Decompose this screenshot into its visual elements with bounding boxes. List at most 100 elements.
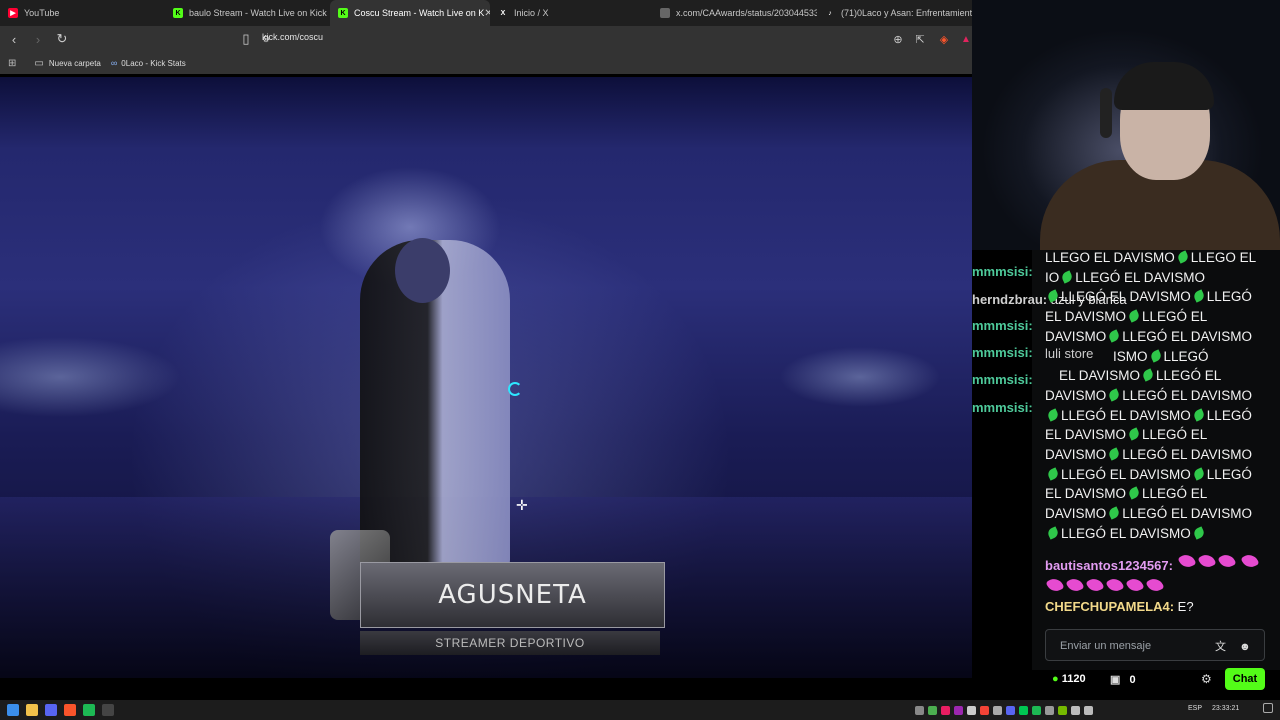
youtube-icon: ▶ (8, 8, 18, 18)
spam-text: EL DAVISMO (1059, 368, 1141, 384)
chat-username[interactable]: mmmsisi: (972, 318, 1033, 333)
tray-app-icon[interactable] (1019, 705, 1028, 715)
spam-text: LLEGO EL (1190, 250, 1257, 265)
spam-text: LLEGÓ EL DAVISMO (1061, 289, 1191, 305)
language-indicator[interactable]: ESP (1188, 705, 1202, 712)
tray-app-icon[interactable] (915, 705, 924, 715)
tray-spotify-icon[interactable] (1032, 705, 1041, 715)
tray-app-icon[interactable] (980, 705, 989, 715)
emote-icon (1065, 575, 1085, 595)
tab-coscu-stream[interactable]: K Coscu Stream - Watch Live on K ✕ (330, 0, 490, 26)
leaf-emote-icon (1141, 368, 1155, 382)
spotify-icon[interactable] (83, 704, 95, 716)
leaf-emote-icon (1127, 427, 1141, 441)
nvidia-icon[interactable] (1058, 705, 1067, 715)
microphone-icon[interactable] (993, 705, 1002, 715)
leaf-emote-icon (1127, 309, 1141, 323)
apps-grid-icon[interactable]: ⊞ (8, 58, 16, 69)
tray-app-icon[interactable] (954, 705, 963, 715)
leaf-emote-icon (1046, 467, 1060, 481)
url-field[interactable]: kick.com/coscu (262, 32, 323, 42)
chat-username[interactable]: mmmsisi: (972, 400, 1033, 415)
emote-icon (1216, 551, 1237, 571)
headset-icon (1100, 88, 1112, 138)
file-explorer-icon[interactable] (26, 704, 38, 716)
bookmarks-bar: ⊞ ▭ Nueva carpeta ∞ 0Laco - Kick Stats (0, 52, 972, 74)
translate-icon[interactable]: 文 (1215, 641, 1226, 653)
send-chat-button[interactable]: Chat (1225, 668, 1265, 690)
leaf-emote-icon (1046, 407, 1060, 422)
leaf-emote-icon (1107, 506, 1121, 520)
chat-username[interactable]: herndzbrau: (972, 292, 1047, 307)
loading-spinner-icon (508, 382, 522, 396)
chat-message-text: E? (1177, 599, 1194, 614)
leaf-emote-icon (1176, 250, 1190, 264)
spam-text: DAVISMO (1045, 387, 1107, 403)
spam-text: LLEGÓ EL DAVISMO (1075, 269, 1206, 285)
spam-text: LLEGÓ EL (1156, 368, 1222, 384)
leaf-emote-icon (1107, 447, 1121, 461)
globe-icon (660, 8, 670, 18)
lower-third-subtitle: STREAMER DEPORTIVO (360, 631, 660, 655)
network-icon[interactable] (1071, 705, 1080, 715)
emote-icon (1085, 575, 1105, 595)
x-icon: X (500, 9, 506, 17)
emote-icon (1045, 575, 1065, 595)
reload-icon[interactable]: ↻ (52, 29, 72, 49)
leaf-emote-icon (1148, 348, 1163, 363)
tray-app-icon[interactable] (928, 705, 937, 715)
bookmark-icon[interactable]: ▯ (236, 29, 256, 49)
stats-icon: ∞ (110, 58, 118, 68)
brave-shield-icon[interactable]: ◈ (934, 29, 954, 49)
leaf-emote-icon (1192, 407, 1206, 422)
tray-discord-icon[interactable] (1006, 705, 1015, 715)
chat-spam-message: LLEGO EL DAVISMO LLEGO EL IO LLEGÓ EL DAVI… (1045, 248, 1275, 544)
chat-username[interactable]: mmmsisi: (972, 345, 1033, 360)
leaf-emote-icon (1046, 289, 1060, 304)
kicks-balance[interactable]: ● 1120 (1052, 673, 1086, 685)
chat-username[interactable]: bautisantos1234567: (1045, 558, 1173, 573)
tray-app-icon[interactable] (1045, 705, 1054, 715)
volume-icon[interactable] (1084, 705, 1093, 715)
spam-text: LLEGÓ EL DAVISMO (1122, 447, 1253, 463)
spam-text: DAVISMO (1045, 328, 1107, 344)
tab-x-status[interactable]: x.com/CAAwards/status/2030445338 (652, 0, 817, 26)
chat-username[interactable]: CHEFCHUPAMELA4: (1045, 599, 1174, 614)
emote-icon (1196, 551, 1217, 571)
bookmark-kick-stats[interactable]: ∞ 0Laco - Kick Stats (111, 58, 186, 68)
tab-baulo-stream[interactable]: K baulo Stream - Watch Live on Kick (165, 0, 330, 26)
zoom-icon[interactable]: ⊕ (888, 29, 908, 49)
forward-icon[interactable]: › (28, 29, 48, 49)
chat-username[interactable]: mmmsisi: (972, 264, 1033, 279)
drops-gift-icon: ▣ (1110, 674, 1121, 686)
discord-icon[interactable] (45, 704, 57, 716)
leaf-emote-icon (1192, 289, 1206, 304)
tray-app-icon[interactable] (967, 705, 976, 715)
emote-icon (1145, 575, 1165, 595)
leaf-emote-icon (1192, 467, 1206, 481)
kick-icon: K (173, 8, 183, 18)
back-icon[interactable]: ‹ (4, 29, 24, 49)
tab-x-home[interactable]: X Inicio / X (490, 0, 652, 26)
app-icon[interactable] (102, 704, 114, 716)
spam-text: LLEGÓ EL DAVISMO (1122, 328, 1253, 344)
tab-youtube[interactable]: ▶ YouTube (0, 0, 165, 26)
chat-settings-gear-icon[interactable]: ⚙ (1201, 672, 1212, 686)
notification-icon[interactable] (1263, 703, 1273, 713)
chat-input-icons: 文 ☻ (1215, 638, 1251, 654)
share-icon[interactable]: ⇱ (910, 29, 930, 49)
spam-text: EL DAVISMO (1045, 427, 1127, 443)
emote-icon (1125, 575, 1145, 595)
spam-text: LLEGO EL DAVISMO (1045, 250, 1175, 265)
spam-text: LLEGÓ EL (1142, 486, 1208, 502)
emoji-icon[interactable]: ☻ (1239, 641, 1251, 653)
tab-tiktok[interactable]: ♪ (71)0Laco y Asan: Enfrentamiento e (817, 0, 972, 26)
drops-balance[interactable]: ▣ 0 (1110, 673, 1136, 686)
brave-icon[interactable] (64, 704, 76, 716)
tray-app-icon[interactable] (941, 705, 950, 715)
chat-username[interactable]: mmmsisi: (972, 372, 1033, 387)
taskbar-clock[interactable]: 23:33:21 (1212, 705, 1239, 712)
start-icon[interactable] (7, 704, 19, 716)
tiktok-icon: ♪ (828, 9, 832, 17)
bookmark-nueva-carpeta[interactable]: ▭ Nueva carpeta (34, 58, 100, 69)
